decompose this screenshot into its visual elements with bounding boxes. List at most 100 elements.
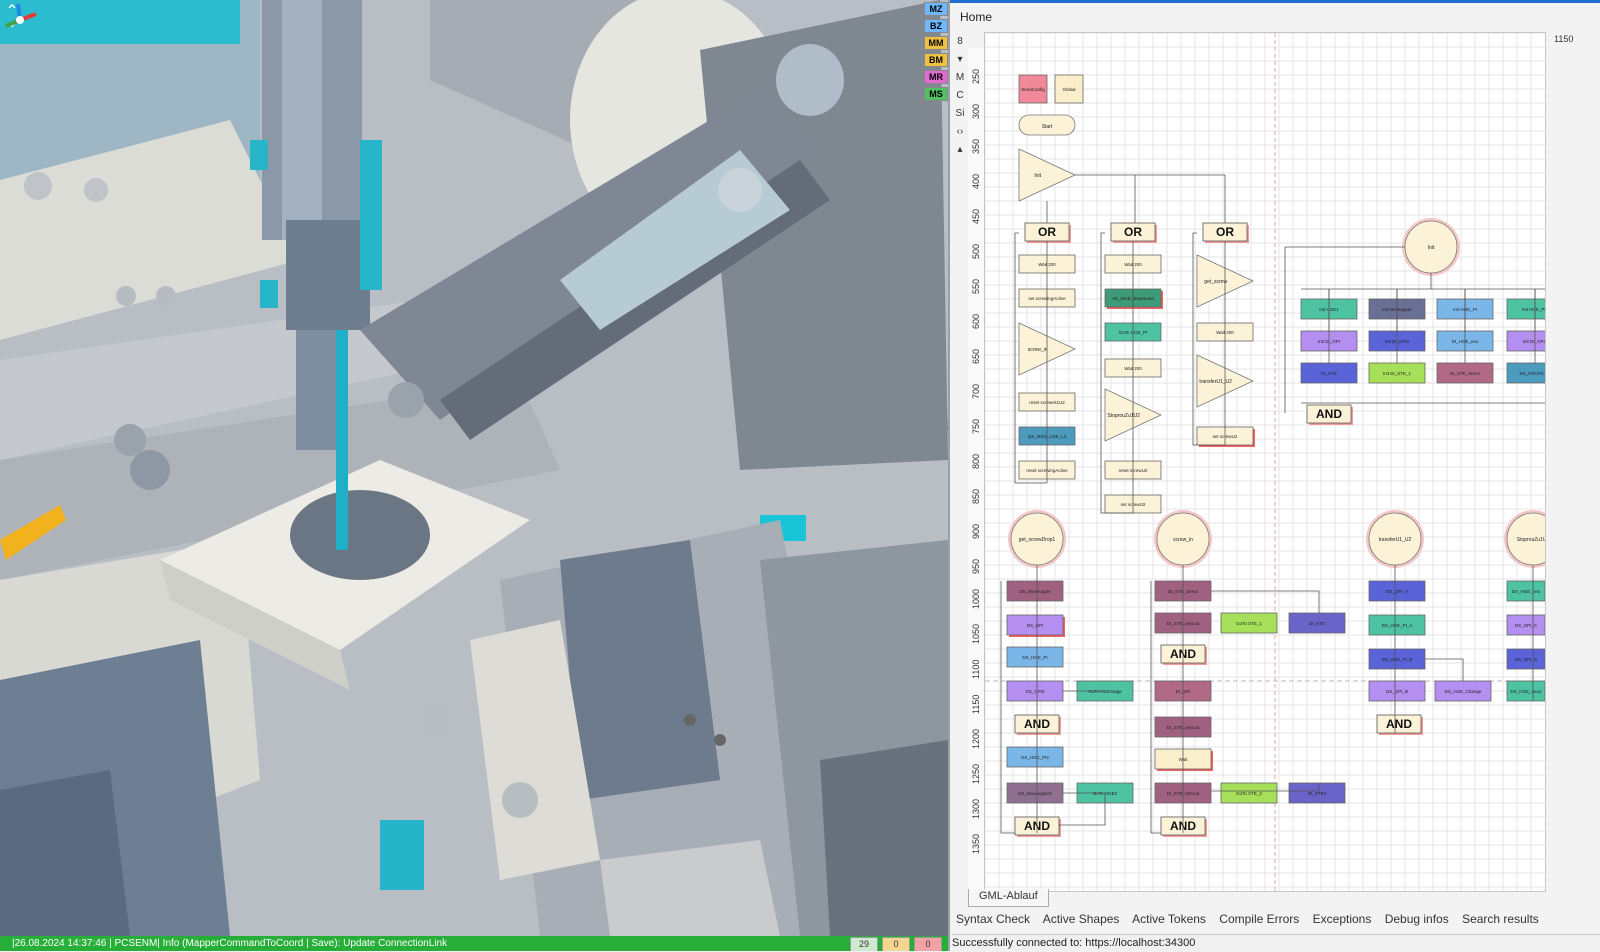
node-label[interactable]: Init HGE_PI2 — [1522, 307, 1545, 312]
flow-node[interactable]: DS_HGE_PI_A — [1368, 614, 1426, 636]
breadcrumb-home[interactable]: Home — [960, 10, 992, 24]
tab-active-tokens[interactable]: Active Tokens — [1132, 912, 1206, 926]
tool-button[interactable]: Si — [954, 108, 966, 122]
view-badge[interactable]: MS — [924, 87, 948, 101]
flow-node[interactable]: DI_STE2 — [1288, 782, 1346, 804]
tool-button[interactable]: M — [954, 72, 966, 86]
node-label[interactable]: DI_STE — [1309, 621, 1325, 626]
flow-node[interactable]: Global — [1054, 74, 1084, 104]
node-label[interactable]: DI_STE_Servo — [1450, 371, 1481, 376]
orientation-triad-icon[interactable] — [0, 0, 40, 40]
tab-active-shapes[interactable]: Active Shapes — [1043, 912, 1120, 926]
node-label[interactable]: DS_Moveupper — [1019, 589, 1051, 594]
tab-search-results[interactable]: Search results — [1462, 912, 1539, 926]
tab-debug-infos[interactable]: Debug infos — [1385, 912, 1449, 926]
flow-node[interactable]: DI_STE — [1288, 612, 1346, 634]
node-label[interactable]: DS_GPI_A — [1386, 589, 1408, 594]
node-label[interactable]: Init — [1034, 173, 1041, 179]
flow-canvas[interactable]: SendConfig Global Start Init OR OR OR Wait 200 s… — [984, 32, 1546, 892]
flow-node[interactable]: set screwU2 — [1196, 426, 1255, 447]
tab-gml-ablauf[interactable]: GML-Ablauf — [968, 889, 1049, 907]
node-label[interactable]: Start — [1042, 124, 1053, 130]
node-label[interactable]: StoprouZu1U2 — [1107, 413, 1140, 419]
gate-label[interactable]: OR — [1038, 225, 1056, 239]
node-label[interactable]: DS_GPI_D — [1515, 657, 1538, 662]
gate-node[interactable]: AND — [1376, 714, 1423, 735]
node-label[interactable]: GoTo HGEStage — [1088, 689, 1122, 694]
3d-viewport[interactable]: ⌃⌄ MZ BZ MM BM MR MS — [0, 0, 948, 936]
node-label[interactable]: DS_FOUTS_DI — [1519, 371, 1545, 376]
node-label[interactable]: Global — [1062, 87, 1075, 92]
node-label[interactable]: SendConfig — [1021, 87, 1045, 92]
node-label[interactable]: StoprouZu1U2 — [1517, 537, 1545, 543]
node-label[interactable]: Init DI_GPI3 — [1523, 339, 1545, 344]
action-node[interactable]: Init — [1018, 148, 1076, 202]
node-label[interactable]: get_screw — [1204, 279, 1227, 285]
gate-node[interactable]: AND — [1014, 714, 1061, 735]
state-node[interactable]: get_screwDrop1 — [1008, 510, 1066, 568]
flow-node[interactable]: DS_HGE_Change — [1434, 680, 1492, 702]
gate-label[interactable]: AND — [1316, 407, 1342, 421]
gate-node[interactable]: AND — [1014, 816, 1061, 837]
flow-node[interactable]: DS_GPI_A — [1368, 580, 1426, 602]
tab-syntax-check[interactable]: Syntax Check — [956, 912, 1030, 926]
flow-node[interactable]: DI_STE — [1300, 362, 1358, 384]
node-label[interactable]: DS_HGE_PI — [1022, 655, 1047, 660]
flow-node[interactable]: DI_STE_Servo — [1436, 362, 1494, 384]
status-count-warning[interactable]: 0 — [882, 937, 910, 951]
view-badge[interactable]: MM — [924, 36, 948, 50]
node-label[interactable]: GoTo STE_1 — [1236, 621, 1262, 626]
tool-button[interactable]: 8 — [954, 36, 966, 50]
node-label[interactable]: Init DI_STE_1 — [1383, 371, 1412, 376]
node-label[interactable]: DS_GPI2 — [1025, 689, 1045, 694]
gate-node[interactable]: OR — [1110, 222, 1157, 243]
flow-node[interactable]: DS_HGE_PI_B — [1368, 648, 1426, 670]
node-label[interactable]: screw_in — [1028, 347, 1048, 353]
flow-node[interactable]: DS_HGE_neu — [1506, 580, 1545, 602]
flow-node[interactable]: DS_HGE_neu2 — [1506, 680, 1545, 702]
flow-node[interactable]: Init DI_GPI3 — [1506, 330, 1545, 352]
tab-exceptions[interactable]: Exceptions — [1313, 912, 1372, 926]
node-label[interactable]: DS_HGE_neu2 — [1510, 689, 1542, 694]
flow-node[interactable]: Init DI_STE_1 — [1368, 362, 1426, 384]
view-badge[interactable]: MR — [924, 70, 948, 84]
flow-node[interactable]: GoTo STE_2 — [1220, 782, 1278, 804]
node-label[interactable]: Init — [1428, 245, 1435, 251]
flow-node[interactable]: DS_Moveupper2 — [1006, 782, 1064, 804]
node-label[interactable]: DS_HGE_Change — [1445, 689, 1482, 694]
flow-node[interactable]: DS_Moveupper — [1006, 580, 1064, 602]
flow-node[interactable]: SendConfig — [1018, 74, 1048, 104]
view-badge[interactable]: MZ — [924, 2, 948, 16]
flow-node[interactable]: DS_GPI2 — [1006, 680, 1064, 702]
flow-node[interactable]: Wait — [1154, 748, 1213, 771]
gate-label[interactable]: OR — [1124, 225, 1142, 239]
view-badge[interactable]: BM — [924, 53, 948, 67]
gate-node[interactable]: OR — [1202, 222, 1249, 243]
flow-node[interactable]: DS_GPI_C — [1506, 614, 1545, 636]
node-label[interactable]: get_screwDrop1 — [1019, 537, 1056, 543]
state-node[interactable]: transferU1_U2 — [1366, 510, 1424, 568]
flow-node[interactable]: DS_HGE_PI — [1006, 646, 1064, 668]
flow-node[interactable]: GoTo STE_1 — [1220, 612, 1278, 634]
flow-node[interactable]: DS_GPI_B — [1368, 680, 1426, 702]
flow-node[interactable]: Init HGE_PI2 — [1506, 298, 1545, 320]
node-label[interactable]: DS_HGE_PI2 — [1021, 755, 1049, 760]
status-count-info[interactable]: 29 — [850, 937, 878, 951]
tool-button[interactable]: ▴ — [954, 144, 966, 158]
flow-node[interactable]: DS_GPI_D — [1506, 648, 1545, 670]
state-node[interactable]: screw_in — [1154, 510, 1212, 568]
node-label[interactable]: DI_STE — [1321, 371, 1337, 376]
flow-node[interactable]: VE_MGE_Stepmotor — [1104, 288, 1163, 309]
state-node[interactable]: StoprouZu1U2 — [1504, 510, 1545, 568]
node-label[interactable]: DS_HGE_PI_A — [1382, 623, 1413, 628]
flow-node[interactable]: DS_HGE_PI2 — [1006, 746, 1064, 768]
node-label[interactable]: GoTo STE_2 — [1236, 791, 1262, 796]
tool-button[interactable]: C — [954, 90, 966, 104]
node-label[interactable]: DS_HGE_neu — [1512, 589, 1541, 594]
node-label[interactable]: screw_in — [1173, 537, 1193, 543]
state-node[interactable]: Init — [1402, 218, 1460, 276]
tab-compile-errors[interactable]: Compile Errors — [1219, 912, 1299, 926]
gate-label[interactable]: AND — [1386, 717, 1412, 731]
node-label[interactable]: DS_GPI — [1027, 623, 1044, 628]
gate-node[interactable]: AND — [1160, 644, 1207, 665]
